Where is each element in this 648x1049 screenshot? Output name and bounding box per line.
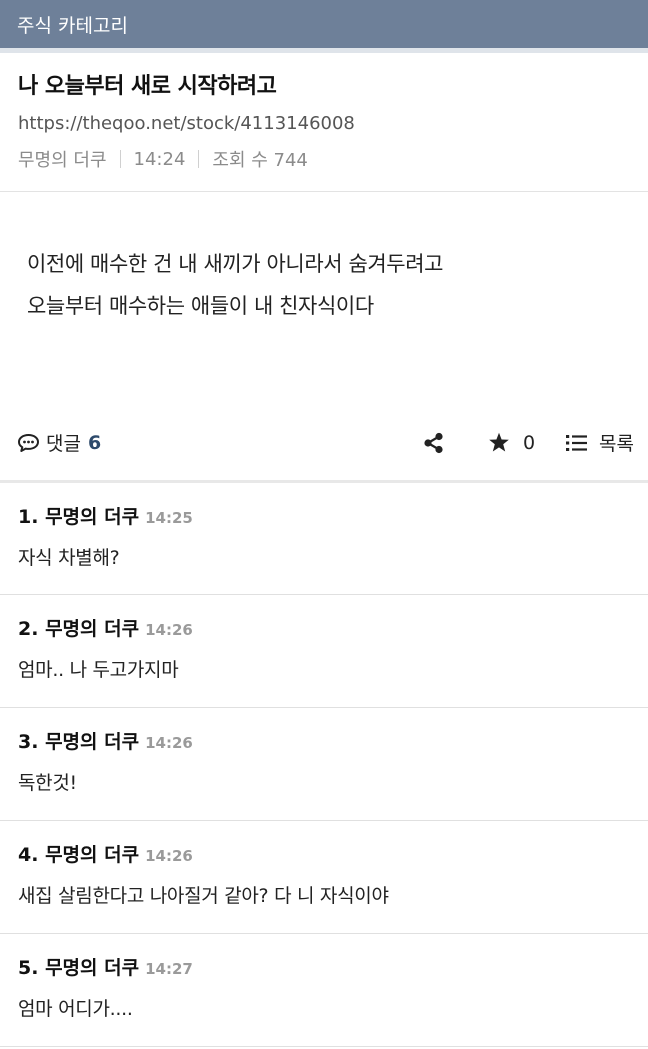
comment-item: 1. 무명의 더쿠 14:25 자식 차별해? [0, 483, 648, 595]
post-body-line: 오늘부터 매수하는 애들이 내 친자식이다 [27, 294, 374, 318]
comments-button[interactable]: 댓글 6 [17, 405, 101, 480]
meta-divider [119, 150, 121, 168]
comment-item: 2. 무명의 더쿠 14:26 엄마.. 나 두고가지마 [0, 595, 648, 708]
comment-author: 무명의 더쿠 [45, 731, 140, 753]
comment-time: 14:26 [145, 621, 193, 639]
comment-number: 2. [18, 618, 39, 640]
comment-time: 14:26 [145, 734, 193, 752]
comment-header: 2. 무명의 더쿠 14:26 [18, 616, 630, 642]
comment-number: 3. [18, 731, 39, 753]
comment-header: 3. 무명의 더쿠 14:26 [18, 729, 630, 755]
comment-item: 5. 무명의 더쿠 14:27 엄마 어디가.... [0, 934, 648, 1047]
comment-author: 무명의 더쿠 [45, 957, 140, 979]
comment-header: 5. 무명의 더쿠 14:27 [18, 955, 630, 981]
post-actions-bar: 댓글 6 0 목록 [0, 405, 648, 483]
comments-label: 댓글 [46, 433, 81, 455]
comment-item: 3. 무명의 더쿠 14:26 독한것! [0, 708, 648, 821]
post-body: 이전에 매수한 건 내 새끼가 아니라서 숨겨두려고 오늘부터 매수하는 애들이… [0, 192, 648, 405]
comment-author: 무명의 더쿠 [45, 506, 140, 528]
speech-bubble-icon [17, 433, 40, 453]
post-author: 무명의 더쿠 [18, 150, 107, 171]
list-icon [566, 434, 587, 452]
comment-number: 4. [18, 844, 39, 866]
meta-divider [198, 150, 200, 168]
comment-author: 무명의 더쿠 [45, 618, 140, 640]
list-button[interactable]: 목록 [566, 405, 634, 480]
post-time: 14:24 [133, 148, 186, 170]
star-count: 0 [523, 431, 536, 454]
post-views: 조회 수 744 [212, 150, 308, 171]
comment-time: 14:26 [145, 847, 193, 865]
post-meta: 무명의 더쿠 14:24 조회 수 744 [18, 146, 630, 172]
comment-text: 자식 차별해? [18, 547, 120, 569]
comment-list: 1. 무명의 더쿠 14:25 자식 차별해? 2. 무명의 더쿠 14:26 … [0, 483, 648, 1047]
post-header: 나 오늘부터 새로 시작하려고 https://theqoo.net/stock… [0, 53, 648, 192]
post-body-line: 이전에 매수한 건 내 새끼가 아니라서 숨겨두려고 [27, 252, 444, 276]
comment-number: 5. [18, 957, 39, 979]
share-icon [423, 432, 444, 454]
category-header[interactable]: 주식 카테고리 [0, 0, 648, 53]
comment-text: 엄마 어디가.... [18, 998, 133, 1020]
comment-text: 엄마.. 나 두고가지마 [18, 659, 179, 681]
comment-header: 4. 무명의 더쿠 14:26 [18, 842, 630, 868]
share-button[interactable] [423, 405, 444, 480]
comment-time: 14:25 [145, 509, 193, 527]
list-label: 목록 [599, 433, 634, 455]
comment-author: 무명의 더쿠 [45, 844, 140, 866]
comment-header: 1. 무명의 더쿠 14:25 [18, 504, 630, 530]
post-url[interactable]: https://theqoo.net/stock/4113146008 [18, 111, 630, 137]
category-title[interactable]: 주식 카테고리 [17, 11, 128, 38]
comment-count: 6 [87, 431, 102, 454]
star-button[interactable]: 0 [488, 405, 535, 480]
comment-text: 독한것! [18, 772, 77, 794]
star-icon [488, 432, 510, 453]
comment-item: 4. 무명의 더쿠 14:26 새집 살림한다고 나아질거 같아? 다 니 자식… [0, 821, 648, 934]
comment-text: 새집 살림한다고 나아질거 같아? 다 니 자식이야 [18, 885, 389, 907]
post-title: 나 오늘부터 새로 시작하려고 [18, 74, 277, 99]
comment-number: 1. [18, 506, 39, 528]
comment-time: 14:27 [145, 960, 193, 978]
